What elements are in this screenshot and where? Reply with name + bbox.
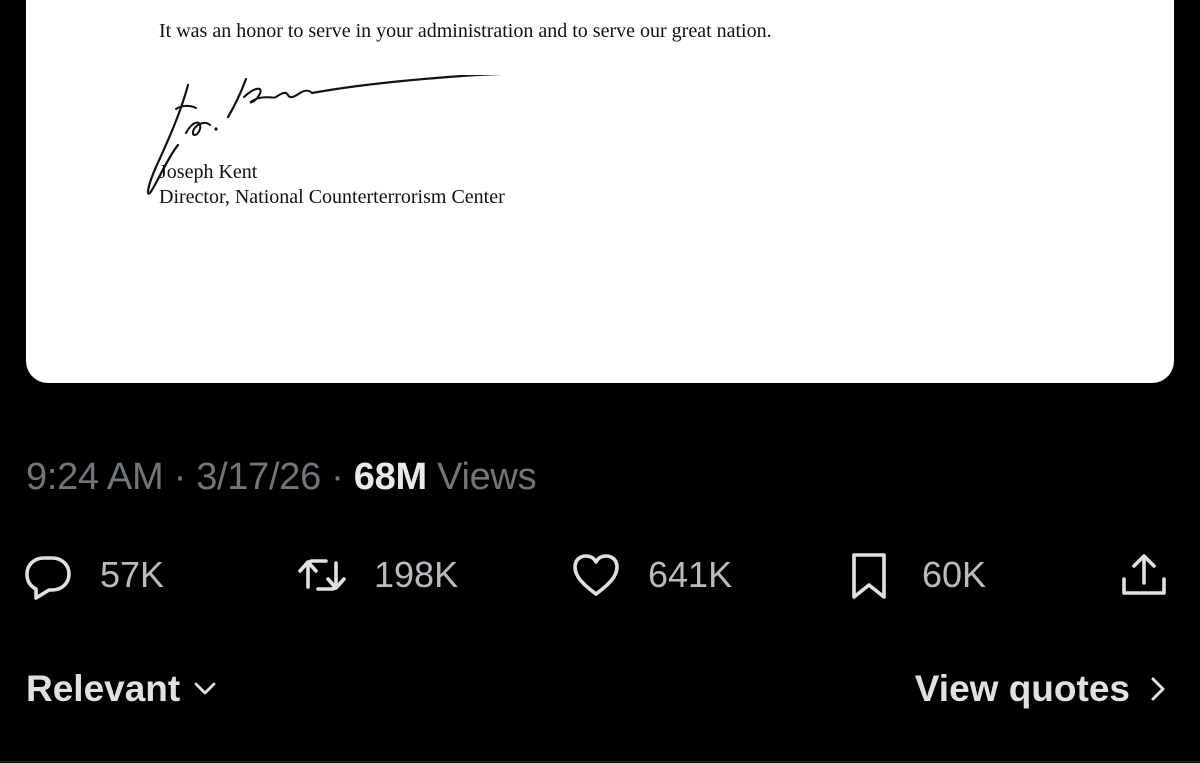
- view-quotes-label: View quotes: [914, 668, 1130, 709]
- repost-arrows-icon: [298, 559, 346, 591]
- signer-name: Joseph Kent: [159, 161, 258, 183]
- repost-count: 198K: [374, 554, 459, 595]
- meta-separator: ·: [331, 456, 344, 498]
- share-upload-icon: [1122, 554, 1166, 595]
- heart-icon: [573, 554, 619, 596]
- chevron-right-icon: [1151, 677, 1165, 701]
- bookmark-count: 60K: [922, 554, 987, 595]
- document-image[interactable]: It was an honor to serve in your adminis…: [26, 0, 1174, 383]
- views-label: Views: [437, 456, 537, 498]
- reply-count: 57K: [100, 554, 165, 595]
- replies-header: Relevant View quotes: [0, 668, 1200, 718]
- sort-replies-dropdown[interactable]: Relevant: [26, 668, 218, 710]
- post-meta: 9:24 AM · 3/17/26 · 68M Views: [26, 456, 537, 499]
- views-count[interactable]: 68M: [354, 456, 427, 498]
- bookmark-button[interactable]: 60K: [844, 543, 986, 607]
- post-actions-bar: 57K 198K 641K 60K: [0, 543, 1200, 607]
- reply-button[interactable]: 57K: [22, 543, 164, 607]
- speech-bubble-icon: [25, 556, 71, 600]
- sort-label: Relevant: [26, 668, 181, 709]
- share-button[interactable]: [1118, 543, 1170, 607]
- repost-button[interactable]: 198K: [296, 543, 458, 607]
- like-count: 641K: [648, 554, 733, 595]
- like-button[interactable]: 641K: [570, 543, 732, 607]
- view-quotes-link[interactable]: View quotes: [915, 668, 1168, 710]
- divider: [0, 761, 1200, 762]
- letter-closing-line: It was an honor to serve in your adminis…: [159, 20, 772, 42]
- bookmark-icon: [852, 553, 886, 599]
- post-time: 9:24 AM: [26, 456, 164, 498]
- signer-title: Director, National Counterterrorism Cent…: [159, 186, 505, 208]
- meta-separator: ·: [173, 456, 187, 498]
- post-date: 3/17/26: [196, 456, 321, 498]
- chevron-down-icon: [194, 682, 216, 695]
